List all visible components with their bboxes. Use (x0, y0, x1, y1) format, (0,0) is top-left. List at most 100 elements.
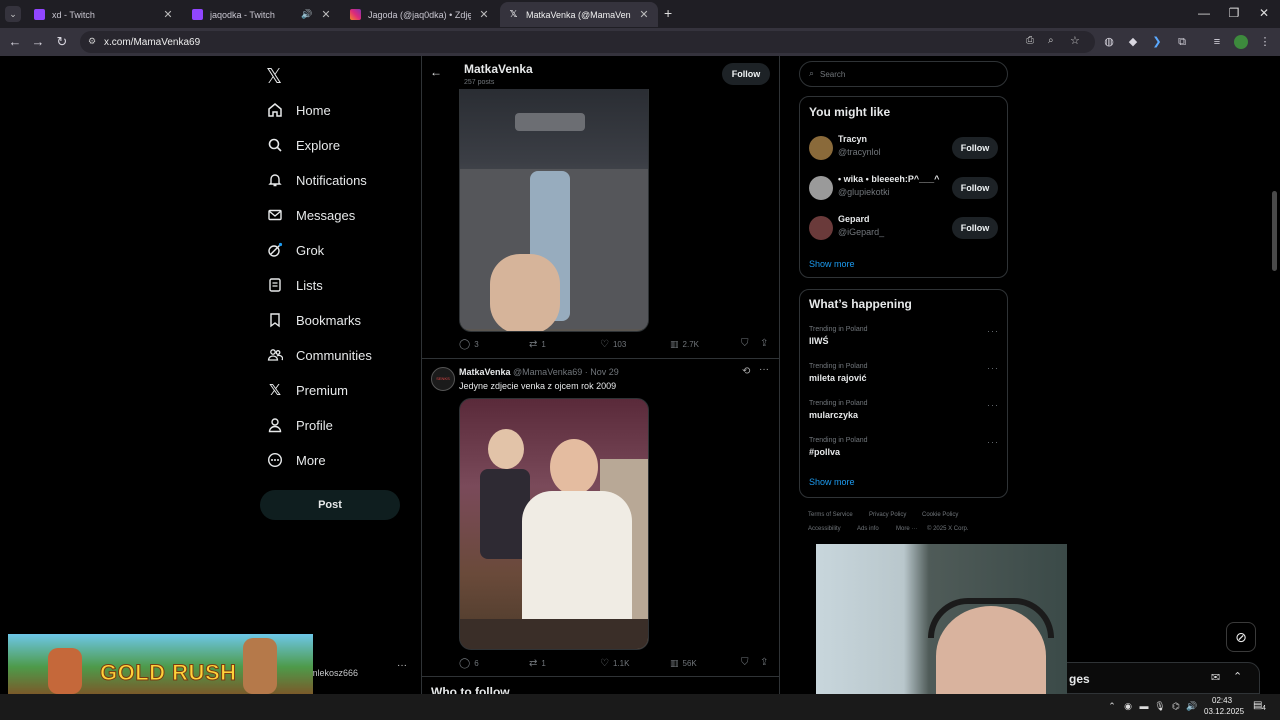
trend-item[interactable]: Trending in Poland #pollva ··· (809, 437, 999, 457)
sidebar-item-explore[interactable]: Explore (266, 133, 340, 157)
trend-item[interactable]: Trending in Poland IIWŚ ··· (809, 326, 999, 346)
follow-button[interactable]: Follow (952, 217, 998, 239)
sidebar-item-communities[interactable]: Communities (266, 343, 372, 367)
close-window-button[interactable]: ✕ (1256, 6, 1272, 20)
tab-x-matkavenka[interactable]: 𝕏 MatkaVenka (@MamaVenka69) ✕ (500, 2, 658, 27)
sidebar-item-notifications[interactable]: Notifications (266, 168, 367, 192)
repost-action[interactable]: ⇄ 1 (529, 658, 546, 669)
suggested-user[interactable]: Gepard @iGepard_ Follow (809, 214, 999, 244)
discord-icon[interactable]: ◉ (1122, 701, 1134, 712)
like-action[interactable]: ♡ 1.1K (600, 658, 629, 669)
grok-floating-button[interactable]: ⊘ (1226, 622, 1256, 652)
footer-link-privacy[interactable]: Privacy Policy (869, 512, 906, 518)
app-tray-icon[interactable]: ▬ (1138, 701, 1150, 711)
show-more-link[interactable]: Show more (809, 259, 855, 269)
extensions-puzzle-icon[interactable]: ⧉ (1175, 35, 1189, 49)
repost-action[interactable]: ⇄ 1 (529, 339, 546, 350)
avatar[interactable]: SENKS (431, 367, 455, 391)
microphone-icon[interactable]: 🎙 (1154, 701, 1166, 712)
sidebar-item-premium[interactable]: 𝕏 Premium (266, 378, 348, 402)
views-action[interactable]: ▥ 2.7K (670, 339, 699, 350)
chevron-up-icon[interactable]: ⌃ (1106, 701, 1118, 712)
back-arrow-icon[interactable]: ← (430, 65, 442, 79)
sidebar-item-grok[interactable]: Grok (266, 238, 324, 262)
kebab-menu-icon[interactable]: ⋮ (1258, 35, 1272, 49)
media-control-icon[interactable]: ≡ (1210, 35, 1224, 49)
footer-link-cookie[interactable]: Cookie Policy (922, 512, 958, 518)
address-bar[interactable]: ⚙ x.com/MamaVenka69 ⎙ ⌕ ☆ (80, 31, 1095, 53)
trend-item[interactable]: Trending in Poland mileta rajović ··· (809, 363, 999, 383)
expand-icon[interactable]: ⌃ (1233, 670, 1242, 683)
trend-more-icon[interactable]: ··· (987, 326, 999, 336)
network-icon[interactable]: ⌬ (1170, 701, 1182, 712)
account-handle[interactable]: mlekosz666 (310, 668, 358, 678)
trend-more-icon[interactable]: ··· (987, 437, 999, 447)
sidebar-item-more[interactable]: More (266, 448, 326, 472)
sidebar-item-messages[interactable]: Messages (266, 203, 355, 227)
tweet-photo[interactable] (459, 398, 649, 650)
messages-drawer[interactable]: ges ✉ ⌃ (1040, 662, 1260, 694)
extension-icon[interactable]: ◆ (1126, 35, 1140, 49)
search-input[interactable]: ⌕ Search (799, 61, 1008, 87)
site-info-icon[interactable]: ⚙ (88, 36, 96, 47)
footer-link-more[interactable]: More ··· (896, 526, 917, 532)
views-action[interactable]: ▥ 56K (670, 658, 697, 669)
tab-instagram[interactable]: Jagoda (@jaq0dka) • Zdjęcia i fi ✕ (342, 2, 498, 27)
reply-action[interactable]: ◯ 6 (459, 658, 479, 669)
like-action[interactable]: ♡ 103 (600, 339, 626, 350)
install-app-icon[interactable]: ⎙ (1026, 35, 1034, 46)
close-icon[interactable]: ✕ (320, 8, 332, 21)
grok-icon[interactable]: ⟲ (742, 366, 750, 377)
x-logo-icon[interactable]: 𝕏 (266, 64, 282, 89)
close-icon[interactable]: ✕ (478, 8, 490, 21)
scrollbar-thumb[interactable] (1272, 191, 1277, 271)
tweet-more-icon[interactable]: ··· (759, 364, 769, 375)
bookmark-action[interactable]: ⛉ (741, 657, 749, 668)
volume-icon[interactable]: 🔊 (1186, 701, 1198, 712)
speaker-icon[interactable]: 🔊 (301, 9, 313, 20)
suggested-user[interactable]: • wika • bleeeeh:P^___^ @glupiekotki Fol… (809, 174, 999, 204)
tab-twitch-jaqodka[interactable]: jaqodka - Twitch 🔊 ✕ (184, 2, 340, 27)
extension-icon[interactable]: ◍ (1102, 35, 1116, 49)
tab-twitch-xd[interactable]: xd - Twitch ✕ (26, 2, 182, 27)
sidebar-item-bookmarks[interactable]: Bookmarks (266, 308, 361, 332)
follow-button[interactable]: Follow (952, 137, 998, 159)
zoom-icon[interactable]: ⌕ (1048, 35, 1054, 46)
footer-link-accessibility[interactable]: Accessibility (808, 526, 841, 532)
trend-more-icon[interactable]: ··· (987, 400, 999, 410)
profile-avatar-icon[interactable] (1234, 35, 1248, 49)
clock-time[interactable]: 02:43 (1212, 696, 1232, 705)
tab-list-button[interactable]: ⌄ (5, 6, 21, 22)
trend-item[interactable]: Trending in Poland mularczyka ··· (809, 400, 999, 420)
back-arrow-icon[interactable]: ← (7, 34, 23, 50)
share-action[interactable]: ⇪ (760, 657, 768, 668)
suggested-user[interactable]: Tracyn @tracynlol Follow (809, 134, 999, 164)
extension-icon[interactable]: ❯ (1150, 35, 1164, 49)
new-message-icon[interactable]: ✉ (1211, 671, 1220, 684)
show-more-link[interactable]: Show more (809, 477, 855, 487)
post-button[interactable]: Post (260, 490, 400, 520)
footer-link-terms[interactable]: Terms of Service (808, 512, 853, 518)
trend-more-icon[interactable]: ··· (987, 363, 999, 373)
close-icon[interactable]: ✕ (638, 8, 650, 21)
account-more-button[interactable]: ··· (397, 660, 407, 671)
minimize-button[interactable]: — (1196, 6, 1212, 20)
reply-action[interactable]: ◯ 3 (459, 339, 479, 350)
header-follow-button[interactable]: Follow (722, 63, 770, 85)
tweet-author[interactable]: MatkaVenka @MamaVenka69 · Nov 29 (459, 367, 619, 377)
bookmark-star-icon[interactable]: ☆ (1070, 34, 1080, 47)
new-tab-button[interactable]: + (664, 5, 672, 21)
share-action[interactable]: ⇪ (760, 338, 768, 349)
sidebar-item-profile[interactable]: Profile (266, 413, 333, 437)
restore-button[interactable]: ❐ (1226, 6, 1242, 20)
clock-date[interactable]: 03.12.2025 (1204, 707, 1244, 716)
tweet-photo[interactable] (459, 89, 649, 332)
sidebar-item-home[interactable]: Home (266, 98, 331, 122)
bookmark-action[interactable]: ⛉ (741, 338, 749, 349)
reload-icon[interactable]: ↻ (54, 34, 70, 50)
forward-arrow-icon[interactable]: → (30, 34, 46, 50)
close-icon[interactable]: ✕ (162, 8, 174, 21)
footer-link-ads[interactable]: Ads info (857, 526, 879, 532)
follow-button[interactable]: Follow (952, 177, 998, 199)
sidebar-item-lists[interactable]: Lists (266, 273, 323, 297)
